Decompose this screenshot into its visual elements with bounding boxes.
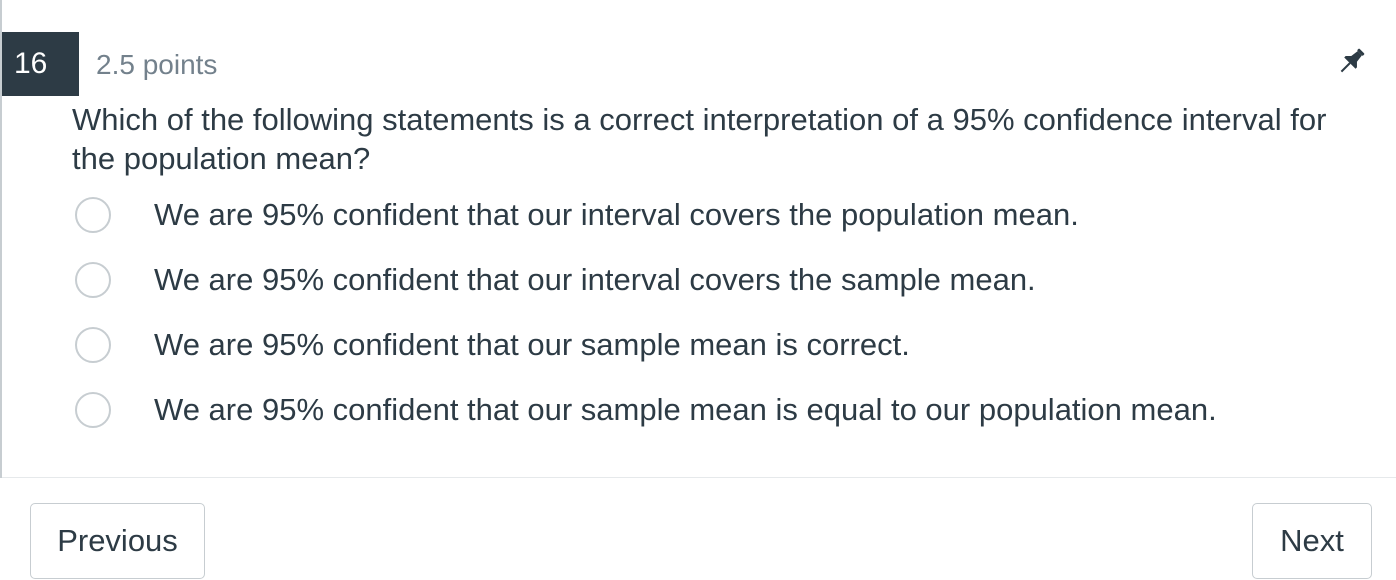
answer-option[interactable]: We are 95% confident that our sample mea…	[72, 385, 1372, 450]
answer-option[interactable]: We are 95% confident that our interval c…	[72, 255, 1372, 320]
answer-label[interactable]: We are 95% confident that our interval c…	[154, 260, 1036, 300]
question-number: 16	[2, 32, 79, 96]
radio-button[interactable]	[75, 262, 111, 298]
radio-button[interactable]	[75, 197, 111, 233]
thumbtack-icon[interactable]	[1334, 43, 1370, 79]
question-text: Which of the following statements is a c…	[72, 102, 1327, 176]
answer-label[interactable]: We are 95% confident that our sample mea…	[154, 390, 1217, 430]
answer-list: We are 95% confident that our interval c…	[72, 190, 1372, 450]
radio-button[interactable]	[75, 327, 111, 363]
answer-option[interactable]: We are 95% confident that our sample mea…	[72, 320, 1372, 385]
answer-option[interactable]: We are 95% confident that our interval c…	[72, 190, 1372, 255]
next-button[interactable]: Next	[1252, 503, 1372, 579]
answer-label[interactable]: We are 95% confident that our sample mea…	[154, 325, 910, 365]
radio-button[interactable]	[75, 392, 111, 428]
footer-divider	[2, 477, 1396, 478]
previous-button[interactable]: Previous	[30, 503, 205, 579]
question-points: 2.5 points	[96, 49, 218, 80]
answer-label[interactable]: We are 95% confident that our interval c…	[154, 195, 1079, 235]
